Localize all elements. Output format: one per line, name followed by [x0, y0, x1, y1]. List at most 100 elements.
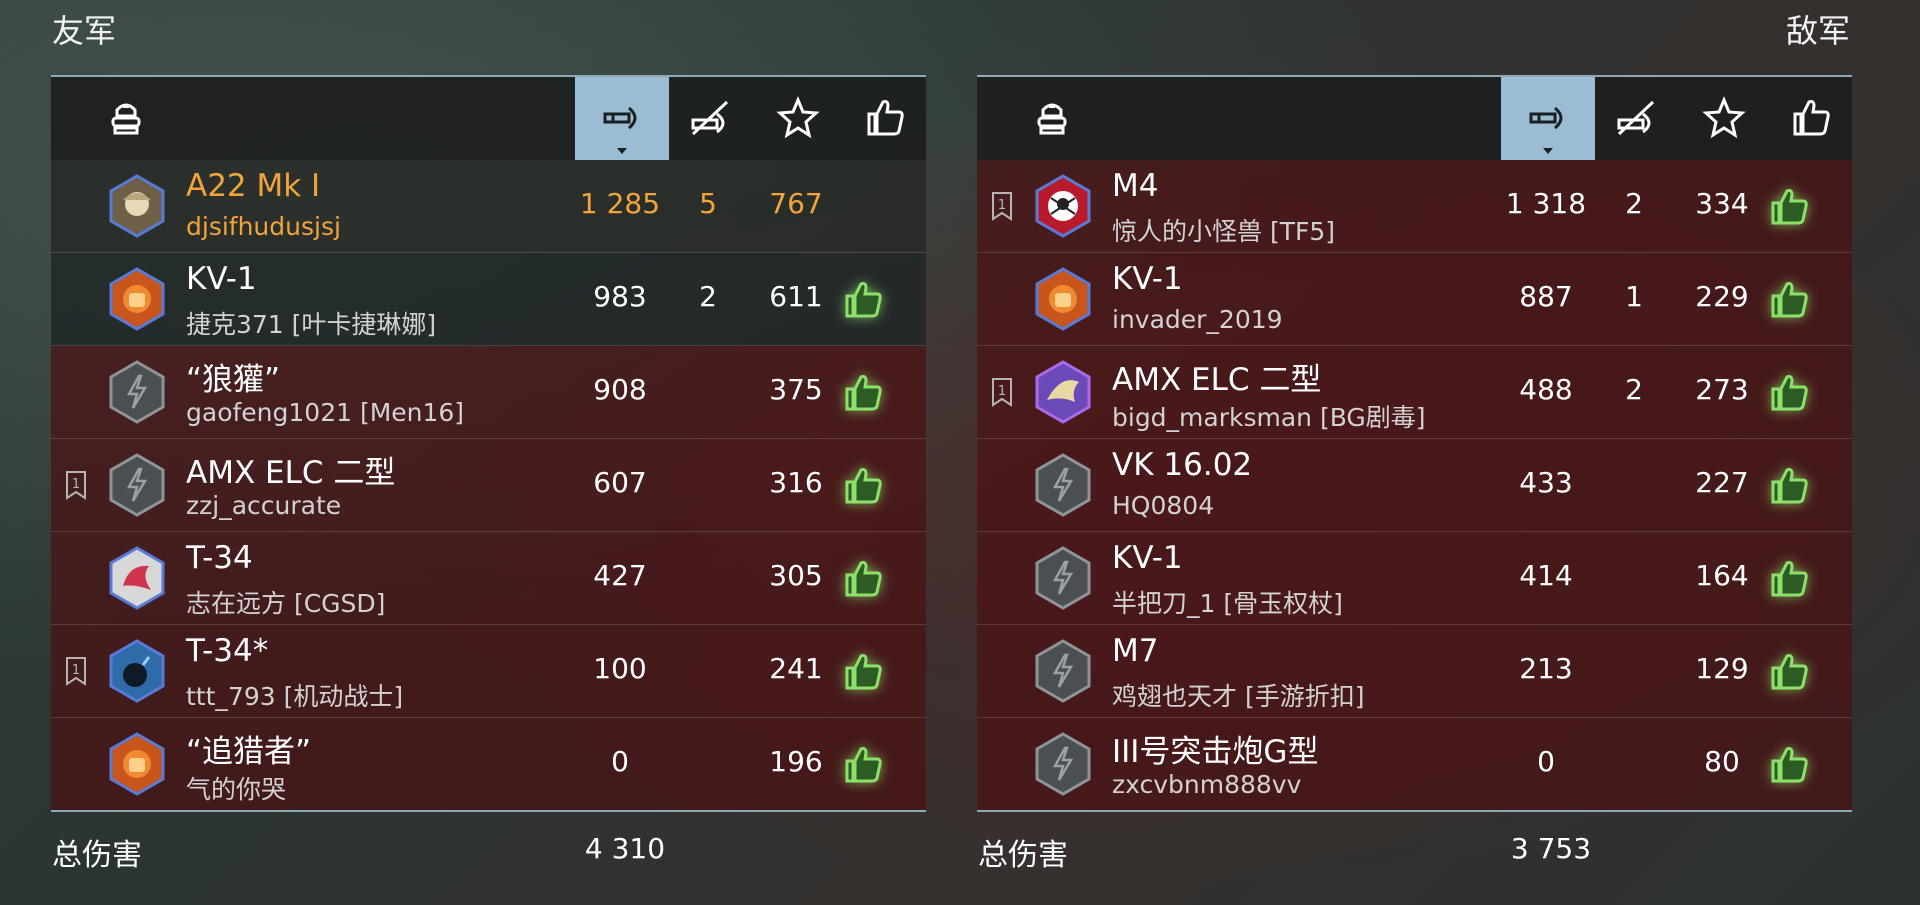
thumbs-up-icon[interactable] — [1767, 555, 1813, 601]
friendly-table: A22 Mk I djsifhudusjsj 1 285 5 767 KV-1 捷克371 … — [51, 75, 926, 812]
thumbs-up-icon[interactable] — [1767, 183, 1813, 229]
player-row[interactable]: A22 Mk I djsifhudusjsj 1 285 5 767 — [51, 160, 926, 253]
tank-column-header[interactable] — [1005, 77, 1099, 160]
kills-value: 5 — [699, 187, 717, 220]
kills-value: 2 — [1625, 373, 1643, 406]
player-avatar[interactable] — [1031, 732, 1095, 796]
thumbs-up-icon[interactable] — [1767, 462, 1813, 508]
thumbs-up-icon[interactable] — [841, 369, 887, 415]
thumbs-up-icon — [1789, 94, 1835, 144]
damage-value: 607 — [593, 466, 647, 499]
platoon-icon: 1 — [991, 377, 1013, 407]
thumbs-up-icon[interactable] — [1767, 648, 1813, 694]
player-row[interactable]: 1 AMX ELC 二型 zzj_accurate 607 316 — [51, 439, 926, 532]
xp-value: 316 — [769, 466, 823, 499]
player-avatar[interactable] — [105, 360, 169, 424]
svg-text:1: 1 — [998, 198, 1006, 213]
player-name: zxcvbnm888vv — [1112, 770, 1302, 799]
xp-value: 611 — [769, 280, 823, 313]
thumbs-up-icon[interactable] — [841, 555, 887, 601]
sort-descending-icon — [1543, 148, 1553, 154]
xp-column-header[interactable] — [751, 77, 845, 160]
tank-name: III号突击炮G型 — [1112, 734, 1319, 770]
player-name: ttt_793 [机动战士] — [186, 682, 404, 711]
player-avatar[interactable] — [1031, 360, 1095, 424]
thumbs-up-icon[interactable] — [1767, 276, 1813, 322]
likes-column-header[interactable] — [839, 77, 933, 160]
enemy-total-damage-label: 总伤害 — [978, 838, 1068, 873]
player-row[interactable]: “狼獾” gaofeng1021 [Men16] 908 375 — [51, 346, 926, 439]
tank-name: AMX ELC 二型 — [186, 455, 396, 491]
damage-value: 983 — [593, 280, 647, 313]
platoon-icon: 1 — [991, 191, 1013, 221]
kills-column-header[interactable] — [663, 77, 757, 160]
tank-name: “追猎者” — [186, 734, 312, 770]
damage-column-header[interactable] — [1501, 77, 1595, 160]
player-avatar[interactable] — [105, 732, 169, 796]
tank-name: KV-1 — [1112, 261, 1183, 297]
player-avatar[interactable] — [105, 267, 169, 331]
tank-column-header[interactable] — [79, 77, 173, 160]
player-name: invader_2019 — [1112, 305, 1283, 334]
player-avatar[interactable] — [1031, 174, 1095, 238]
player-row[interactable]: 1 M4 惊人的小怪兽 [TF5] 1 318 2 334 — [977, 160, 1852, 253]
friendly-team-title: 友军 — [52, 12, 117, 50]
thumbs-up-icon[interactable] — [841, 741, 887, 787]
tank-name: A22 Mk I — [186, 168, 321, 204]
thumbs-up-icon[interactable] — [1767, 369, 1813, 415]
player-row[interactable]: M7 鸡翅也天才 [手游折扣] 213 129 — [977, 625, 1852, 718]
star-icon — [775, 94, 821, 144]
player-row[interactable]: VK 16.02 HQ0804 433 227 — [977, 439, 1852, 532]
damage-value: 433 — [1519, 466, 1573, 499]
thumbs-up-icon[interactable] — [841, 462, 887, 508]
damage-value: 213 — [1519, 652, 1573, 685]
player-name: 捷克371 [叶卡捷琳娜] — [186, 310, 437, 339]
friendly-total-damage-value: 4 310 — [584, 832, 666, 865]
player-name: 气的你哭 — [186, 775, 287, 804]
player-avatar[interactable] — [105, 639, 169, 703]
player-avatar[interactable] — [1031, 267, 1095, 331]
damage-value: 1 285 — [579, 187, 661, 220]
player-row[interactable]: 1 T-34* ttt_793 [机动战士] 100 241 — [51, 625, 926, 718]
thumbs-up-icon[interactable] — [841, 648, 887, 694]
player-row[interactable]: KV-1 半把刀_1 [骨玉权杖] 414 164 — [977, 532, 1852, 625]
tank-name: AMX ELC 二型 — [1112, 362, 1322, 398]
svg-text:1: 1 — [72, 663, 80, 678]
player-avatar[interactable] — [1031, 453, 1095, 517]
player-avatar[interactable] — [105, 174, 169, 238]
thumbs-up-icon[interactable] — [1767, 741, 1813, 787]
player-avatar[interactable] — [105, 453, 169, 517]
tank-name: T-34* — [186, 633, 269, 669]
tank-name: T-34 — [186, 540, 253, 576]
svg-text:1: 1 — [72, 477, 80, 492]
svg-text:1: 1 — [998, 384, 1006, 399]
kills-column-header[interactable] — [1589, 77, 1683, 160]
damage-icon — [1525, 94, 1571, 144]
platoon-icon: 1 — [65, 470, 87, 500]
player-name: djsifhudusjsj — [186, 212, 341, 241]
player-avatar[interactable] — [105, 546, 169, 610]
damage-value: 0 — [611, 745, 629, 778]
xp-value: 80 — [1704, 745, 1740, 778]
tank-name: KV-1 — [186, 261, 257, 297]
player-row[interactable]: “追猎者” 气的你哭 0 196 — [51, 718, 926, 812]
likes-column-header[interactable] — [1765, 77, 1859, 160]
player-avatar[interactable] — [1031, 639, 1095, 703]
player-row[interactable]: KV-1 invader_2019 887 1 229 — [977, 253, 1852, 346]
damage-column-header[interactable] — [575, 77, 669, 160]
tank-icon — [1029, 94, 1075, 144]
player-row[interactable]: KV-1 捷克371 [叶卡捷琳娜] 983 2 611 — [51, 253, 926, 346]
thumbs-up-icon[interactable] — [841, 276, 887, 322]
tank-name: VK 16.02 — [1112, 447, 1253, 483]
player-avatar[interactable] — [1031, 546, 1095, 610]
player-row[interactable]: T-34 志在远方 [CGSD] 427 305 — [51, 532, 926, 625]
kills-icon — [1613, 94, 1659, 144]
enemy-table: 1 M4 惊人的小怪兽 [TF5] 1 318 2 334 KV-1 invader_2019… — [977, 75, 1852, 812]
xp-value: 241 — [769, 652, 823, 685]
xp-value: 375 — [769, 373, 823, 406]
kills-value: 1 — [1625, 280, 1643, 313]
player-row[interactable]: III号突击炮G型 zxcvbnm888vv 0 80 — [977, 718, 1852, 812]
tank-name: M4 — [1112, 168, 1159, 204]
xp-column-header[interactable] — [1677, 77, 1771, 160]
player-row[interactable]: 1 AMX ELC 二型 bigd_marksman [BG剧毒] 488 2 273 — [977, 346, 1852, 439]
